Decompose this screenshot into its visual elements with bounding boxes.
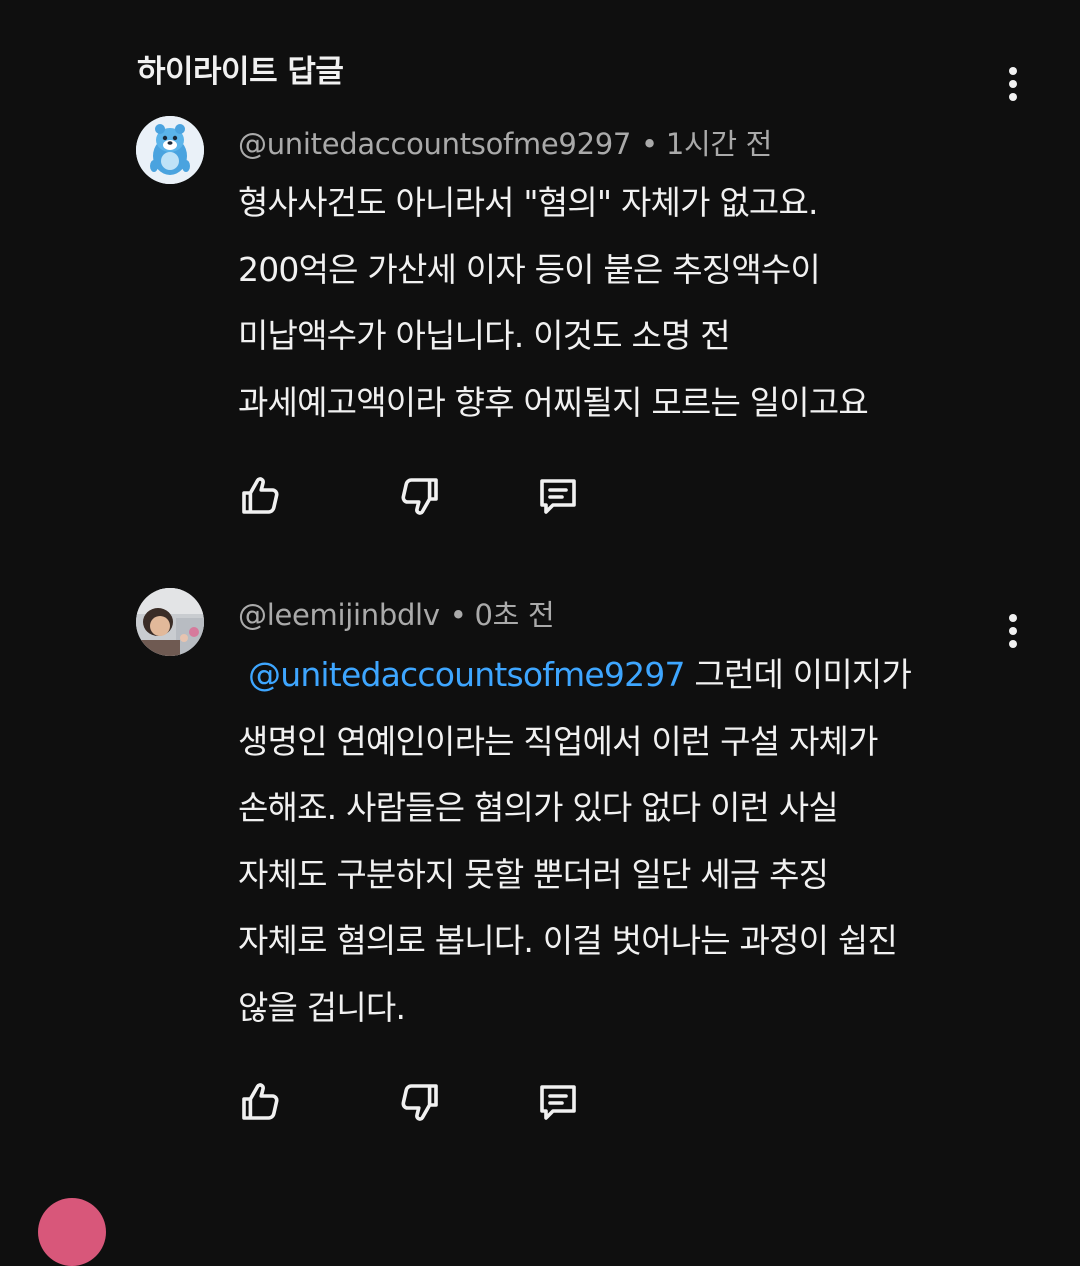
next-comment-avatar[interactable] — [38, 1198, 106, 1266]
comment-line: 그런데 이미지가 — [694, 655, 912, 694]
comment-body: 형사사건도 아니라서 "혐의" 자체가 없고요. 200억은 가산세 이자 등이… — [238, 170, 869, 436]
reply-button[interactable] — [532, 1076, 584, 1128]
meta-separator: • — [641, 127, 658, 161]
comment-more-menu-icon[interactable] — [998, 606, 1028, 656]
comment-actions — [236, 1076, 596, 1132]
dislike-button[interactable] — [392, 1076, 444, 1128]
mention-link[interactable]: @unitedaccountsofme9297 — [248, 655, 686, 694]
comment-author[interactable]: @unitedaccountsofme9297 — [238, 127, 631, 161]
comment-line: 않을 겁니다. — [238, 987, 406, 1027]
comment-line: 자체로 혐의로 봅니다. 이걸 벗어나는 과정이 쉽진 — [238, 921, 898, 960]
comment-line: 200억은 가산세 이자 등이 붙은 추징액수이 — [238, 249, 821, 289]
comment-author[interactable]: @leemijinbdlv — [238, 598, 440, 632]
comment-line: 과세예고액이라 향후 어찌될지 모르는 일이고요 — [238, 382, 869, 422]
comment-line: 형사사건도 아니라서 "혐의" 자체가 없고요. — [238, 183, 819, 222]
blue-cartoon-avatar-icon — [136, 116, 204, 184]
section-more-menu-icon[interactable] — [998, 59, 1028, 109]
meta-separator: • — [449, 598, 467, 632]
reply-comment-icon — [540, 1085, 576, 1120]
photo-avatar-icon — [136, 588, 204, 656]
comment-line: 미납액수가 아닙니다. 이것도 소명 전 — [238, 316, 731, 355]
comment-line: 자체도 구분하지 못할 뿐더러 일단 세금 추징 — [238, 854, 829, 894]
avatar[interactable] — [136, 116, 204, 184]
dislike-button[interactable] — [392, 470, 444, 522]
section-title: 하이라이트 답글 — [137, 54, 344, 90]
like-button[interactable] — [236, 470, 288, 522]
thumbs-down-icon — [401, 1084, 438, 1121]
comment-meta: @leemijinbdlv • 0초 전 — [238, 592, 555, 634]
like-button[interactable] — [236, 1076, 288, 1128]
comment-actions — [236, 470, 596, 526]
comment-time: 1시간 전 — [665, 127, 773, 161]
thumbs-down-icon — [401, 478, 438, 515]
thumbs-up-icon — [242, 1083, 279, 1120]
thumbs-up-icon — [242, 477, 279, 514]
avatar[interactable] — [136, 588, 204, 656]
reply-comment-icon — [540, 479, 576, 514]
comment-line: 손해죠. 사람들은 혐의가 있다 없다 이런 사실 — [238, 788, 839, 827]
comment-time: 0초 전 — [474, 598, 555, 632]
comment-line: 생명인 연예인이라는 직업에서 이런 구설 자체가 — [238, 721, 878, 761]
comment-meta: @unitedaccountsofme9297 • 1시간 전 — [238, 121, 772, 163]
comment-body: @unitedaccountsofme9297 그런데 이미지가 생명인 연예인… — [238, 642, 912, 1041]
comment-first-line: @unitedaccountsofme9297 그런데 이미지가 — [238, 642, 912, 709]
reply-button[interactable] — [532, 470, 584, 522]
